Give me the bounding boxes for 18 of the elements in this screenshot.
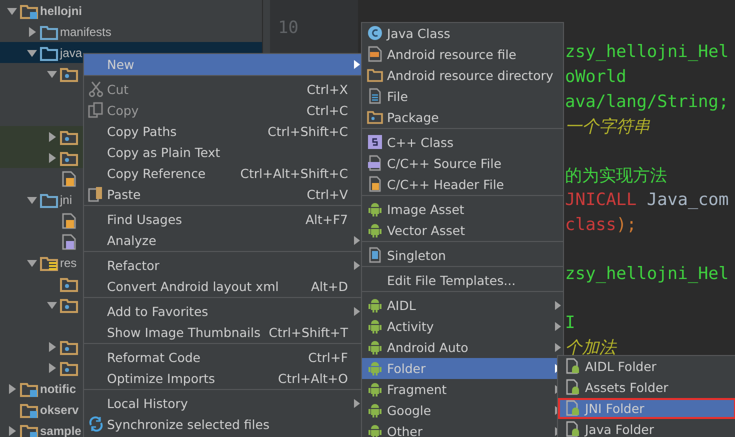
tree-item-label: jni [60,192,72,206]
tree-item-label: sample [40,424,82,437]
code-line: zsy_hellojni_Hel [565,264,729,284]
tree-item-label: res [60,256,77,270]
tree-item-label: okserv [40,402,79,416]
code-line: I [565,313,576,334]
tree-item-label: hellojni [40,4,82,18]
tree-item-label: manifests [60,24,112,38]
code-line: zsy_hellojni_Hel [565,42,729,62]
code-line: ava/lang/String; [565,92,729,112]
code-line: 一个字符串 [565,116,650,138]
code-line: 个加法 [565,337,616,360]
code-line: JNICALL Java_com [565,190,729,210]
tree-item-label: notific [40,382,76,396]
tree-item-label: java [60,46,82,60]
code-line: oWorld [565,67,626,88]
code-line: 的为实现方法 [565,164,667,187]
code-line: class); [565,214,637,235]
